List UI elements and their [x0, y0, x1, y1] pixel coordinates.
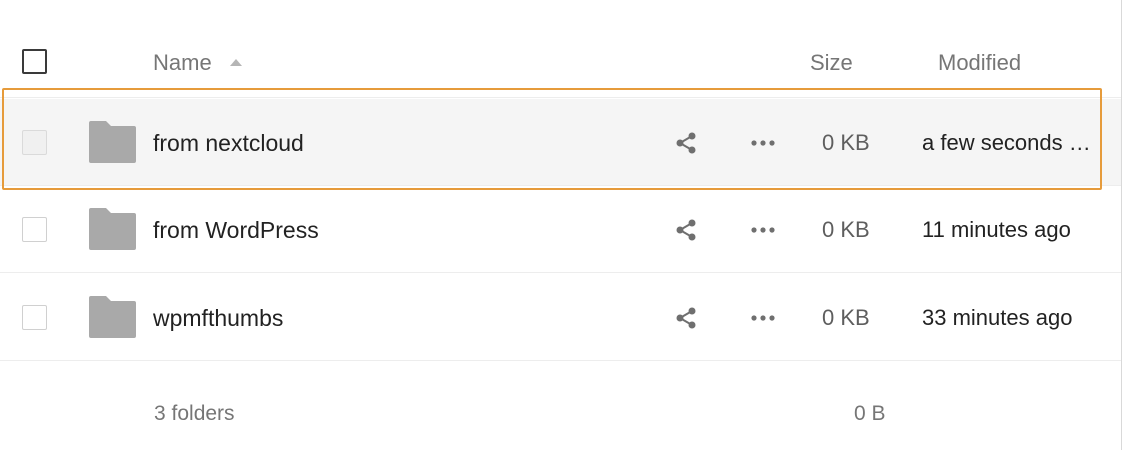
- file-name[interactable]: from WordPress: [153, 217, 319, 244]
- modified-column-header[interactable]: Modified: [938, 50, 1021, 76]
- more-actions-icon[interactable]: [750, 131, 776, 155]
- name-column-header[interactable]: Name: [153, 50, 242, 76]
- share-icon[interactable]: [674, 131, 698, 155]
- share-icon[interactable]: [674, 218, 698, 242]
- panel-divider: [1121, 0, 1122, 450]
- files-list: Name Size Modified from nextcloud 0 KB a…: [0, 0, 1124, 450]
- size-column-header[interactable]: Size: [810, 50, 853, 76]
- total-size-summary: 0 B: [854, 402, 886, 425]
- row-checkbox[interactable]: [22, 217, 47, 242]
- row-checkbox[interactable]: [22, 305, 47, 330]
- file-row[interactable]: wpmfthumbs 0 KB 33 minutes ago: [0, 274, 1121, 361]
- select-all-checkbox[interactable]: [22, 49, 47, 74]
- file-modified: 33 minutes ago: [922, 305, 1073, 330]
- folder-count-summary: 3 folders: [154, 402, 235, 425]
- file-name[interactable]: wpmfthumbs: [153, 305, 283, 332]
- file-modified: 11 minutes ago: [922, 217, 1071, 242]
- file-row[interactable]: from WordPress 0 KB 11 minutes ago: [0, 186, 1121, 273]
- more-actions-icon[interactable]: [750, 218, 776, 242]
- folder-icon: [89, 121, 136, 163]
- file-name[interactable]: from nextcloud: [153, 130, 304, 157]
- folder-icon: [89, 296, 136, 338]
- row-checkbox[interactable]: [22, 130, 47, 155]
- file-list-header: Name Size Modified: [0, 0, 1121, 98]
- file-size: 0 KB: [822, 130, 870, 155]
- more-actions-icon[interactable]: [750, 306, 776, 330]
- file-size: 0 KB: [822, 217, 870, 242]
- sort-ascending-icon: [229, 58, 242, 66]
- file-row[interactable]: from nextcloud 0 KB a few seconds ago: [0, 99, 1121, 186]
- share-icon[interactable]: [674, 306, 698, 330]
- name-column-label: Name: [153, 50, 212, 75]
- folder-icon: [89, 208, 136, 250]
- file-modified: a few seconds ago: [922, 130, 1097, 155]
- file-size: 0 KB: [822, 305, 870, 330]
